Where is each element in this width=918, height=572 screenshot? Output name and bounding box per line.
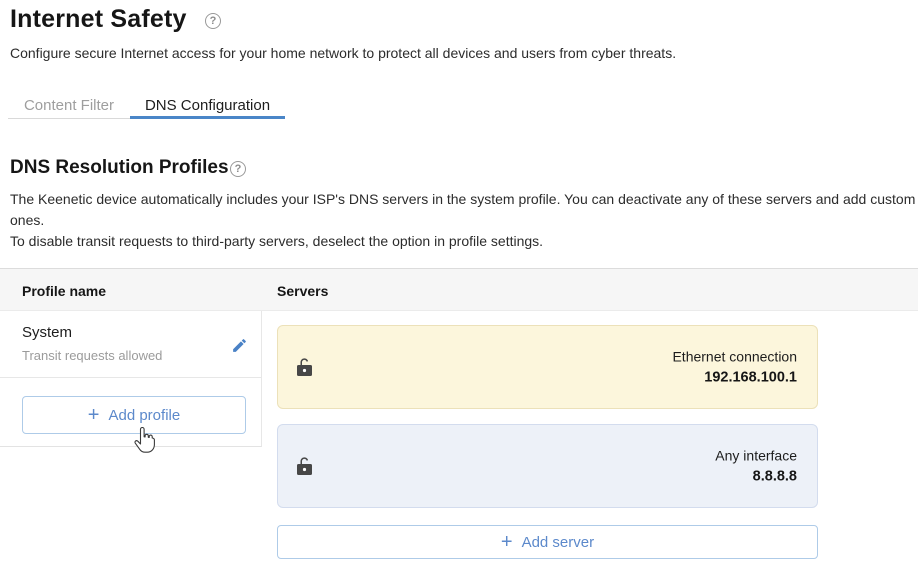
- column-header-servers: Servers: [277, 283, 328, 299]
- section-description: The Keenetic device automatically includ…: [10, 189, 918, 252]
- open-padlock-icon[interactable]: [296, 357, 313, 377]
- tab-content-filter[interactable]: Content Filter: [8, 91, 130, 119]
- help-icon[interactable]: ?: [205, 13, 221, 29]
- server-info: Any interface 8.8.8.8: [715, 448, 797, 485]
- internet-safety-page: Internet Safety ? Configure secure Inter…: [0, 0, 918, 572]
- add-server-button[interactable]: + Add server: [277, 525, 818, 559]
- tab-content-filter-label: Content Filter: [24, 97, 114, 114]
- tab-underline-active: [130, 116, 285, 119]
- profile-status: Transit requests allowed: [22, 348, 247, 363]
- page-subtitle: Configure secure Internet access for you…: [10, 45, 676, 61]
- server-card-ethernet[interactable]: Ethernet connection 192.168.100.1: [277, 325, 818, 409]
- plus-icon: +: [88, 405, 100, 425]
- edit-profile-button[interactable]: [230, 337, 248, 355]
- add-server-label: Add server: [522, 534, 595, 551]
- server-card-any-interface[interactable]: Any interface 8.8.8.8: [277, 424, 818, 508]
- server-interface: Any interface: [715, 448, 797, 464]
- server-info: Ethernet connection 192.168.100.1: [672, 349, 797, 386]
- tab-bar: Content Filter DNS Configuration: [8, 91, 285, 119]
- server-address: 8.8.8.8: [715, 469, 797, 485]
- tab-dns-configuration[interactable]: DNS Configuration: [130, 91, 285, 119]
- page-title: Internet Safety: [10, 5, 187, 34]
- column-header-profile-name: Profile name: [22, 283, 106, 299]
- pencil-icon: [231, 342, 248, 357]
- description-line: ones.: [10, 210, 918, 231]
- server-address: 192.168.100.1: [672, 370, 797, 386]
- table-header-row: Profile name Servers: [0, 268, 918, 311]
- help-icon[interactable]: ?: [230, 161, 246, 177]
- tab-underline-inactive: [8, 118, 130, 119]
- profile-name: System: [22, 324, 247, 341]
- add-profile-button[interactable]: + Add profile: [22, 396, 246, 434]
- server-interface: Ethernet connection: [672, 349, 797, 365]
- description-line: The Keenetic device automatically includ…: [10, 189, 918, 210]
- tab-dns-configuration-label: DNS Configuration: [145, 97, 270, 114]
- open-padlock-icon[interactable]: [296, 456, 313, 476]
- plus-icon: +: [501, 532, 513, 552]
- description-line: To disable transit requests to third-par…: [10, 231, 918, 252]
- section-heading: DNS Resolution Profiles: [10, 157, 229, 179]
- profile-row-system[interactable]: System Transit requests allowed: [0, 311, 261, 378]
- add-profile-label: Add profile: [108, 407, 180, 424]
